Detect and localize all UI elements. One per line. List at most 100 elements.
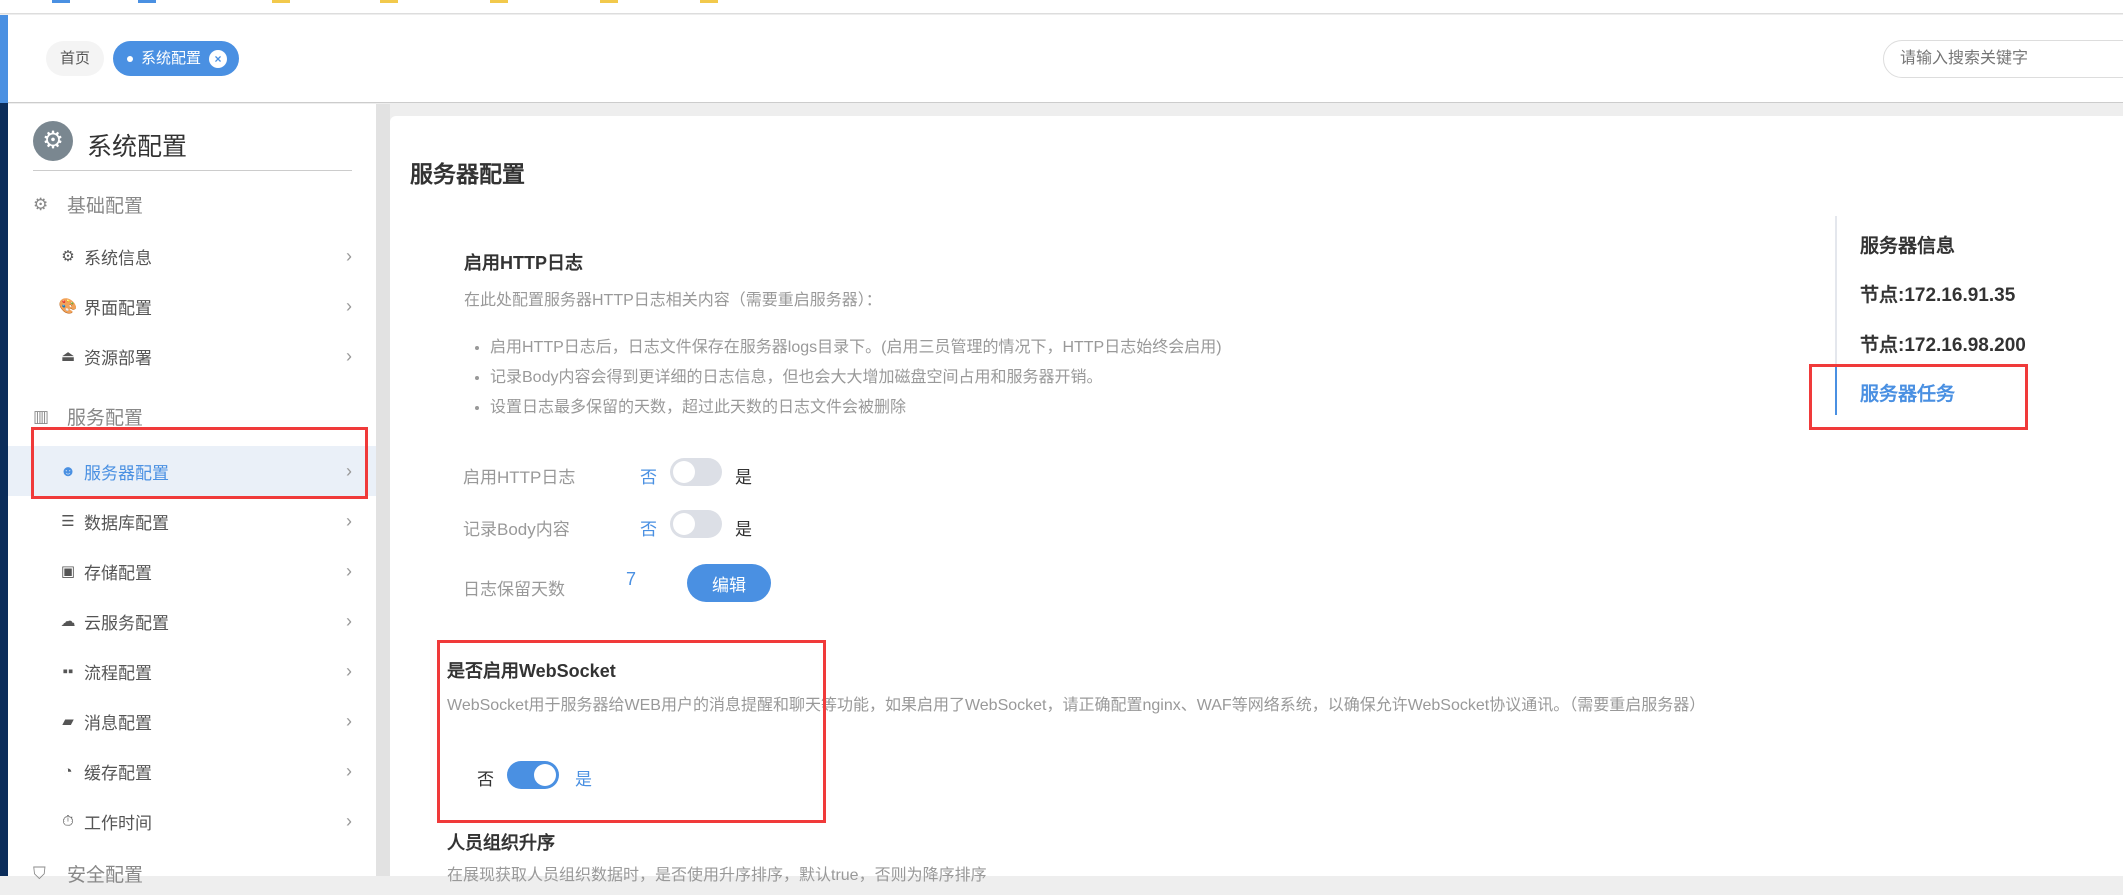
bullet-list: 启用HTTP日志后，日志文件保存在服务器logs目录下。(启用三员管理的情况下，… <box>490 333 1222 423</box>
anchor-server-info[interactable]: 服务器信息 <box>1860 231 1955 258</box>
top-strip <box>0 0 2123 14</box>
left-nav-bar <box>0 103 8 876</box>
main-panel <box>390 116 2123 876</box>
toggle-knob <box>673 513 695 535</box>
yes-label: 是 <box>735 520 752 539</box>
chevron-right-icon: › <box>346 245 352 266</box>
sidebar-title: 系统配置 <box>87 133 188 161</box>
sidebar-item-work-time[interactable]: ⏱ 工作时间 › <box>8 796 376 846</box>
group-service: ▥ 服务配置 <box>33 403 143 430</box>
anchor-nav-indicator <box>1835 365 1837 415</box>
sidebar-item-workflow-config[interactable]: ▪▪ 流程配置 › <box>8 646 376 696</box>
stopwatch-icon: ⏱ <box>62 812 74 830</box>
bullet-item: 设置日志最多保留的天数，超过此天数的日志文件会被删除 <box>490 393 1222 423</box>
no-label: 否 <box>640 468 657 487</box>
item-label: 消息配置 <box>84 713 152 733</box>
chevron-right-icon: › <box>346 710 352 731</box>
item-label: 存储配置 <box>84 563 152 583</box>
toggle-knob <box>673 461 695 483</box>
anchor-server-tasks[interactable]: 服务器任务 <box>1860 379 1955 406</box>
gear-icon: ⚙ <box>33 194 49 214</box>
chevron-right-icon: › <box>346 510 352 531</box>
chevron-right-icon: › <box>346 810 352 831</box>
sidebar-item-storage-config[interactable]: ▣ 存储配置 › <box>8 546 376 596</box>
item-label: 资源部署 <box>84 348 152 368</box>
chevron-right-icon: › <box>346 610 352 631</box>
item-label: 服务器配置 <box>84 463 169 483</box>
chevron-right-icon: › <box>346 295 352 316</box>
sidebar-item-database-config[interactable]: ☰ 数据库配置 › <box>8 496 376 546</box>
group-label: 安全配置 <box>67 865 144 886</box>
item-label: 流程配置 <box>84 663 152 683</box>
close-tab-icon[interactable]: × <box>209 49 228 68</box>
enable-http-log-toggle[interactable] <box>670 458 722 486</box>
sidebar-item-cloud-config[interactable]: ☁ 云服务配置 › <box>8 596 376 646</box>
chevron-right-icon: › <box>346 345 352 366</box>
section-title-http-log: 启用HTTP日志 <box>464 253 583 273</box>
group-label: 服务配置 <box>67 408 144 429</box>
bullet-item: 记录Body内容会得到更详细的日志信息，但也会大大增加磁盘空间占用和服务器开销。 <box>490 363 1222 393</box>
sidebar-item-ui-config[interactable]: 🎨 界面配置 › <box>8 281 376 331</box>
upload-icon: ⏏ <box>60 348 76 365</box>
yes-label: 是 <box>575 770 592 789</box>
section-desc: WebSocket用于服务器给WEB用户的消息提醒和聊天等功能，如果启用了Web… <box>447 697 1706 714</box>
archive-icon: ▣ <box>60 563 76 580</box>
item-label: 云服务配置 <box>84 613 169 633</box>
header <box>0 15 2123 103</box>
chevron-right-icon: › <box>346 460 352 481</box>
sidebar-scrollbar[interactable] <box>376 104 390 876</box>
section-title-websocket: 是否启用WebSocket <box>447 661 616 681</box>
database-icon: ☰ <box>61 513 75 530</box>
edit-button[interactable]: 编辑 <box>687 564 771 602</box>
sidebar-item-server-config[interactable]: ☻ 服务器配置 › <box>8 446 376 496</box>
sidebar-item-system-info[interactable]: ⚙ 系统信息 › <box>8 231 376 281</box>
palette-icon: 🎨 <box>58 298 78 315</box>
sidebar-item-resource-deploy[interactable]: ⏏ 资源部署 › <box>8 331 376 381</box>
group-security: ⛉ 安全配置 <box>33 860 143 887</box>
item-label: 工作时间 <box>84 813 152 833</box>
item-label: 界面配置 <box>84 298 152 318</box>
chevron-right-icon: › <box>346 660 352 681</box>
workflow-icon: ▪▪ <box>62 662 74 680</box>
section-desc: 在展现获取人员组织数据时，是否使用升序排序，默认true，否则为降序排序 <box>447 867 987 884</box>
log-days-label: 日志保留天数 <box>463 580 565 599</box>
record-body-label: 记录Body内容 <box>463 520 570 539</box>
no-label: 否 <box>640 520 657 539</box>
header-accent-bar <box>0 15 8 103</box>
gear-icon: ⚙ <box>61 248 75 265</box>
message-icon: ▰ <box>62 713 74 730</box>
shield-icon: ⛉ <box>33 863 46 883</box>
group-basic: ⚙ 基础配置 <box>33 191 143 218</box>
cloud-icon: ☁ <box>60 613 76 630</box>
toggle-knob <box>534 764 556 786</box>
page-title: 服务器配置 <box>410 161 525 187</box>
active-dot-icon <box>127 55 133 62</box>
log-days-value: 7 <box>626 569 637 589</box>
chevron-right-icon: › <box>346 760 352 781</box>
user-gear-icon: ☻ <box>60 462 76 480</box>
item-label: 缓存配置 <box>84 763 152 783</box>
pie-chart-icon: ◔ <box>63 762 73 780</box>
enable-http-log-label: 启用HTTP日志 <box>463 468 576 487</box>
tab-home[interactable]: 首页 <box>46 41 105 76</box>
sidebar-item-cache-config[interactable]: ◔ 缓存配置 › <box>8 746 376 796</box>
tab-label: 系统配置 <box>141 50 202 67</box>
bullet-item: 启用HTTP日志后，日志文件保存在服务器logs目录下。(启用三员管理的情况下，… <box>490 333 1222 363</box>
group-label: 基础配置 <box>67 196 144 217</box>
anchor-node-1[interactable]: 节点:172.16.91.35 <box>1860 280 2015 307</box>
anchor-node-2[interactable]: 节点:172.16.98.200 <box>1860 330 2026 357</box>
section-title-org-sort: 人员组织升序 <box>447 833 555 853</box>
divider <box>33 170 352 171</box>
search-input[interactable] <box>1883 40 2123 78</box>
record-body-toggle[interactable] <box>670 510 722 538</box>
section-desc: 在此处配置服务器HTTP日志相关内容（需要重启服务器）： <box>464 292 882 309</box>
no-label: 否 <box>477 770 494 789</box>
websocket-toggle[interactable] <box>507 761 559 789</box>
tab-system-config[interactable]: 系统配置 × <box>113 41 240 76</box>
tab-label: 首页 <box>60 50 91 67</box>
yes-label: 是 <box>735 468 752 487</box>
item-label: 数据库配置 <box>84 513 169 533</box>
sidebar-item-message-config[interactable]: ▰ 消息配置 › <box>8 696 376 746</box>
item-label: 系统信息 <box>84 248 152 268</box>
chevron-right-icon: › <box>346 560 352 581</box>
